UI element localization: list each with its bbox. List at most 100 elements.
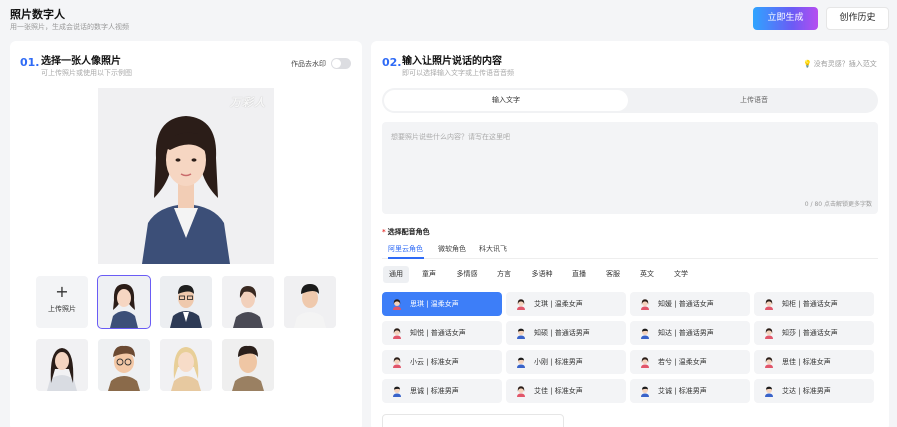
section-subtitle: 即可以选择输入文字或上传语音音频: [402, 69, 514, 77]
portrait-woman-image: [98, 88, 274, 264]
voice-option-label: 艾琪 | 温柔女声: [534, 300, 583, 308]
sample-photo-6[interactable]: [98, 339, 150, 391]
voice-option[interactable]: 知硕 | 普通话男声: [506, 321, 626, 345]
voice-option-label: 知达 | 普通话男声: [658, 329, 714, 337]
category-english[interactable]: 英文: [635, 266, 659, 283]
tab-upload-audio[interactable]: 上传语音: [632, 90, 876, 111]
category-customer-service[interactable]: 客服: [601, 266, 625, 283]
female-avatar-icon: [517, 299, 525, 310]
speech-content-panel: 02. 输入让照片说话的内容 即可以选择输入文字或上传语音音频 💡 没有灵感？插入…: [371, 41, 889, 427]
category-literature[interactable]: 文学: [669, 266, 693, 283]
section-subtitle: 可上传照片或使用以下示例图: [41, 69, 132, 77]
female-avatar-icon: [393, 299, 401, 310]
female-avatar-icon: [641, 357, 649, 368]
cartoon-boy-glasses-image: [98, 339, 150, 391]
voice-option-label: 小刚 | 标准男声: [534, 358, 583, 366]
voice-option-label: 思佳 | 标准女声: [782, 358, 831, 366]
voice-option-label: 小云 | 标准女声: [410, 358, 459, 366]
voice-option-label: 知硕 | 普通话男声: [534, 329, 590, 337]
photo-select-panel: 01. 选择一张人像照片 可上传照片或使用以下示例图 作品去水印 万彩人 + 上…: [10, 41, 362, 427]
portrait-woman-suit-image: [98, 276, 150, 328]
voice-option-label: 若兮 | 温柔女声: [658, 358, 707, 366]
male-avatar-icon: [641, 328, 649, 339]
watermark-toggle[interactable]: [331, 58, 351, 69]
sample-photo-3[interactable]: [222, 276, 274, 328]
cartoon-man-image: [222, 339, 274, 391]
voice-option-label: 艾诚 | 标准男声: [658, 387, 707, 395]
sample-photo-4[interactable]: [284, 276, 336, 328]
voice-option[interactable]: 知莎 | 普通话女声: [754, 321, 874, 345]
input-mode-tabs: 输入文字 上传语音: [382, 88, 878, 113]
preview-player[interactable]: [382, 414, 564, 427]
female-avatar-icon: [517, 386, 525, 397]
selected-photo-preview: 万彩人: [98, 88, 274, 264]
female-avatar-icon: [393, 328, 401, 339]
voice-option[interactable]: 知悦 | 普通话女声: [382, 321, 502, 345]
page-title: 照片数字人: [10, 8, 65, 21]
portrait-young-man-image: [284, 276, 336, 328]
voice-option[interactable]: 知达 | 普通话男声: [630, 321, 750, 345]
category-emotional[interactable]: 多情感: [451, 266, 483, 283]
speech-text-input[interactable]: 想要照片说些什么内容？请写在这里吧 0 / 80 点击解锁更多字数: [382, 122, 878, 214]
voice-option[interactable]: 思琪 | 温柔女声: [382, 292, 502, 316]
voice-option[interactable]: 思佳 | 标准女声: [754, 350, 874, 374]
lightbulb-icon: 💡: [803, 60, 812, 68]
voice-section-label: 选择配音角色: [387, 228, 430, 236]
female-avatar-icon: [765, 299, 773, 310]
voice-option[interactable]: 艾达 | 标准男声: [754, 379, 874, 403]
category-general[interactable]: 通用: [383, 266, 409, 283]
male-avatar-icon: [641, 386, 649, 397]
voice-option-label: 知悦 | 普通话女声: [410, 329, 466, 337]
voice-option[interactable]: 思诚 | 标准男声: [382, 379, 502, 403]
active-tab-indicator: [388, 257, 424, 259]
voice-option-label: 思琪 | 温柔女声: [410, 300, 459, 308]
sample-photo-7[interactable]: [160, 339, 212, 391]
female-avatar-icon: [765, 357, 773, 368]
char-counter[interactable]: 0 / 80 点击解锁更多字数: [805, 199, 872, 208]
watermark-toggle-label: 作品去水印: [291, 60, 326, 68]
portrait-man-glasses-image: [160, 276, 212, 328]
preview-watermark: 万彩人: [230, 96, 266, 109]
portrait-girl-long-hair-image: [36, 339, 88, 391]
voice-option[interactable]: 若兮 | 温柔女声: [630, 350, 750, 374]
sample-photo-5[interactable]: [36, 339, 88, 391]
voice-tab-iflytek[interactable]: 科大讯飞: [479, 244, 507, 254]
cartoon-blonde-girl-image: [160, 339, 212, 391]
voice-option[interactable]: 小云 | 标准女声: [382, 350, 502, 374]
voice-option-label: 知媛 | 普通话女声: [658, 300, 714, 308]
top-bar: 照片数字人 用一张照片，生成会说话的数字人视频 立即生成 创作历史: [0, 0, 897, 40]
voice-tab-aliyun[interactable]: 阿里云角色: [388, 244, 423, 254]
category-dialect[interactable]: 方言: [492, 266, 516, 283]
category-multilingual[interactable]: 多语种: [526, 266, 558, 283]
category-child[interactable]: 童声: [417, 266, 441, 283]
sample-photo-2[interactable]: [160, 276, 212, 328]
sample-photo-8[interactable]: [222, 339, 274, 391]
voice-option-label: 知莎 | 普通话女声: [782, 329, 838, 337]
required-mark: *: [382, 228, 386, 236]
voice-option[interactable]: 艾佳 | 标准女声: [506, 379, 626, 403]
history-button[interactable]: 创作历史: [826, 7, 889, 30]
voice-option-label: 思诚 | 标准男声: [410, 387, 459, 395]
voice-option[interactable]: 知柜 | 普通话女声: [754, 292, 874, 316]
upload-label: 上传照片: [48, 305, 76, 313]
tab-input-text[interactable]: 输入文字: [384, 90, 628, 111]
voice-option[interactable]: 艾诚 | 标准男声: [630, 379, 750, 403]
voice-option-label: 艾佳 | 标准女声: [534, 387, 583, 395]
insert-sample-text-link[interactable]: 💡 没有灵感？插入范文: [803, 59, 877, 69]
sample-photo-1[interactable]: [97, 275, 151, 329]
generate-button[interactable]: 立即生成: [753, 7, 818, 30]
voice-option[interactable]: 知媛 | 普通话女声: [630, 292, 750, 316]
category-livestream[interactable]: 直播: [567, 266, 591, 283]
section-title: 选择一张人像照片: [41, 56, 121, 67]
male-avatar-icon: [393, 386, 401, 397]
page-subtitle: 用一张照片，生成会说话的数字人视频: [10, 23, 129, 31]
voice-tab-microsoft[interactable]: 微软角色: [438, 244, 466, 254]
voice-option[interactable]: 艾琪 | 温柔女声: [506, 292, 626, 316]
inspiration-text: 没有灵感？插入范文: [813, 60, 877, 68]
plus-icon: +: [55, 282, 69, 301]
step-number: 01.: [20, 56, 40, 69]
male-avatar-icon: [517, 357, 525, 368]
upload-photo-button[interactable]: + 上传照片: [36, 276, 88, 328]
female-avatar-icon: [641, 299, 649, 310]
voice-option[interactable]: 小刚 | 标准男声: [506, 350, 626, 374]
